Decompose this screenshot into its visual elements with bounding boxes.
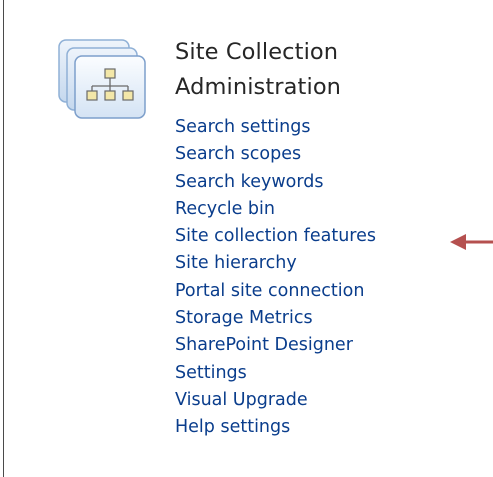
- left-border-rule: [3, 0, 4, 477]
- list-item: Help settings: [175, 413, 376, 440]
- list-item: Search keywords: [175, 168, 376, 195]
- list-item: Portal site connection: [175, 277, 376, 304]
- list-item: Visual Upgrade: [175, 386, 376, 413]
- list-item: Search settings: [175, 113, 376, 140]
- list-item: Settings: [175, 359, 376, 386]
- list-item: Site hierarchy: [175, 249, 376, 276]
- list-item: Storage Metrics: [175, 304, 376, 331]
- help-settings-link[interactable]: Help settings: [175, 417, 290, 437]
- sharepoint-designer-settings-link[interactable]: Settings: [175, 363, 247, 383]
- sharepoint-designer-link[interactable]: SharePoint Designer: [175, 335, 353, 355]
- section-title-line2: Administration: [175, 74, 342, 100]
- site-hierarchy-link[interactable]: Site hierarchy: [175, 253, 297, 273]
- section-title: Site Collection Administration: [175, 35, 341, 105]
- pointer-arrow-icon: [450, 234, 493, 250]
- site-collection-admin-links: Search settings Search scopes Search key…: [175, 113, 376, 441]
- portal-site-connection-link[interactable]: Portal site connection: [175, 281, 364, 301]
- site-collection-features-link[interactable]: Site collection features: [175, 226, 376, 246]
- list-item: SharePoint Designer: [175, 331, 376, 358]
- list-item: Search scopes: [175, 140, 376, 167]
- site-hierarchy-icon: [58, 39, 146, 119]
- search-scopes-link[interactable]: Search scopes: [175, 144, 301, 164]
- visual-upgrade-link[interactable]: Visual Upgrade: [175, 390, 308, 410]
- recycle-bin-link[interactable]: Recycle bin: [175, 199, 275, 219]
- search-keywords-link[interactable]: Search keywords: [175, 172, 323, 192]
- list-item: Recycle bin: [175, 195, 376, 222]
- storage-metrics-link[interactable]: Storage Metrics: [175, 308, 313, 328]
- list-item: Site collection features: [175, 222, 376, 249]
- section-title-line1: Site Collection: [175, 39, 339, 65]
- search-settings-link[interactable]: Search settings: [175, 117, 310, 137]
